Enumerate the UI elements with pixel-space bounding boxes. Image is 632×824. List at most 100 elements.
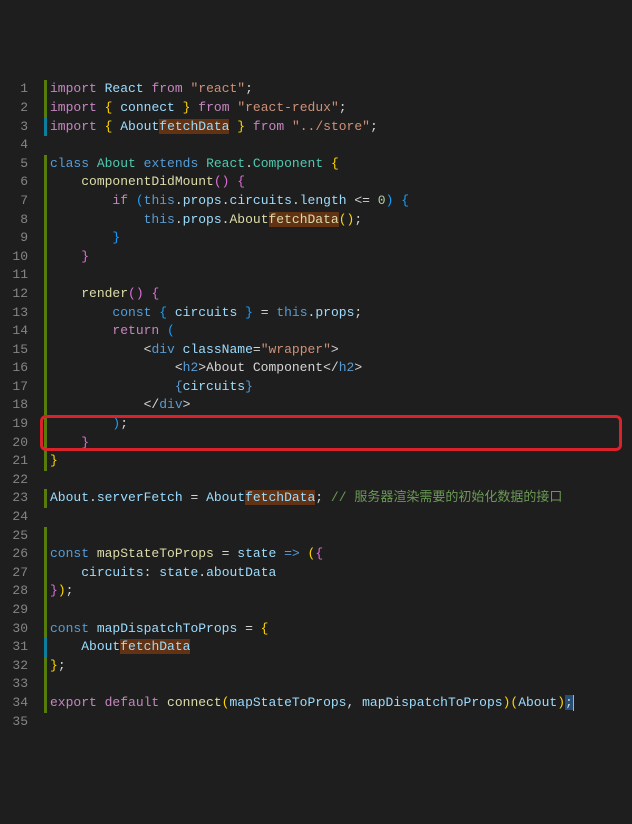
code-token: }: [237, 119, 245, 134]
code-token: [354, 695, 362, 710]
line-number: 29: [0, 601, 28, 620]
code-line[interactable]: });: [44, 582, 632, 601]
code-token: // 服务器渲染需要的初始化数据的接口: [331, 490, 562, 505]
code-token: ;: [339, 100, 347, 115]
code-token: ): [557, 695, 565, 710]
modification-bar: [44, 304, 47, 323]
code-line[interactable]: AboutfetchData: [44, 638, 632, 657]
code-line[interactable]: [44, 508, 632, 527]
code-line[interactable]: import { AboutfetchData } from "../store…: [44, 118, 632, 137]
code-token: serverFetch: [97, 490, 183, 505]
code-token: {: [331, 156, 339, 171]
code-line[interactable]: [44, 471, 632, 490]
modification-bar: [44, 266, 47, 285]
code-token: }: [50, 658, 58, 673]
code-line[interactable]: this.props.AboutfetchData();: [44, 211, 632, 230]
code-token: ;: [58, 658, 66, 673]
line-number: 22: [0, 471, 28, 490]
code-line[interactable]: [44, 527, 632, 546]
code-token: }: [81, 249, 89, 264]
code-token: [50, 416, 112, 431]
code-token: const: [50, 546, 89, 561]
code-token: About Component: [206, 360, 323, 375]
code-line[interactable]: componentDidMount() {: [44, 173, 632, 192]
code-token: render: [81, 286, 128, 301]
modification-bar: [44, 545, 47, 564]
code-token: import: [50, 100, 97, 115]
code-line[interactable]: [44, 675, 632, 694]
code-line[interactable]: [44, 266, 632, 285]
code-line[interactable]: const mapDispatchToProps = {: [44, 620, 632, 639]
code-line[interactable]: return (: [44, 322, 632, 341]
code-line[interactable]: }: [44, 452, 632, 471]
code-token: "react-redux": [237, 100, 338, 115]
code-line[interactable]: };: [44, 657, 632, 676]
code-token: (): [214, 174, 230, 189]
code-token: }: [112, 230, 120, 245]
code-line[interactable]: import { connect } from "react-redux";: [44, 99, 632, 118]
code-token: [159, 323, 167, 338]
code-editor[interactable]: 1234567891011121314151617181920212223242…: [0, 74, 632, 731]
code-line[interactable]: [44, 713, 632, 732]
code-line[interactable]: </div>: [44, 396, 632, 415]
code-token: (: [167, 323, 175, 338]
code-line[interactable]: }: [44, 248, 632, 267]
code-token: [198, 156, 206, 171]
code-token: circuits: [175, 305, 237, 320]
code-token: About: [97, 156, 136, 171]
line-number: 26: [0, 545, 28, 564]
code-line[interactable]: }: [44, 229, 632, 248]
code-token: >: [331, 342, 339, 357]
modification-bar: [44, 285, 47, 304]
code-token: [128, 193, 136, 208]
code-line[interactable]: }: [44, 434, 632, 453]
text-cursor: [573, 695, 574, 711]
code-line[interactable]: import React from "react";: [44, 80, 632, 99]
code-token: {: [261, 621, 269, 636]
code-token: [50, 397, 144, 412]
code-line[interactable]: class About extends React.Component {: [44, 155, 632, 174]
modification-bar: [44, 173, 47, 192]
modification-bar: [44, 192, 47, 211]
code-area[interactable]: import React from "react";import { conne…: [40, 80, 632, 731]
code-token: fetchData: [159, 119, 229, 134]
line-number: 11: [0, 266, 28, 285]
code-token: .: [89, 490, 97, 505]
code-token: =: [214, 546, 237, 561]
code-token: ;: [315, 490, 323, 505]
code-token: fetchData: [245, 490, 315, 505]
code-token: ;: [120, 416, 128, 431]
code-line[interactable]: if (this.props.circuits.length <= 0) {: [44, 192, 632, 211]
code-token: div: [159, 397, 182, 412]
code-line[interactable]: {circuits}: [44, 378, 632, 397]
code-token: circuits: [183, 379, 245, 394]
code-line[interactable]: export default connect(mapStateToProps, …: [44, 694, 632, 713]
code-token: [50, 193, 112, 208]
line-number-gutter: 1234567891011121314151617181920212223242…: [0, 80, 40, 731]
modification-bar: [44, 675, 47, 694]
line-number: 31: [0, 638, 28, 657]
code-line[interactable]: [44, 136, 632, 155]
modification-bar: [44, 564, 47, 583]
code-line[interactable]: circuits: state.aboutData: [44, 564, 632, 583]
code-line[interactable]: render() {: [44, 285, 632, 304]
modification-bar: [44, 694, 47, 713]
code-line[interactable]: <h2>About Component</h2>: [44, 359, 632, 378]
code-token: const: [112, 305, 151, 320]
code-line[interactable]: const { circuits } = this.props;: [44, 304, 632, 323]
modification-bar: [44, 378, 47, 397]
modification-bar: [44, 80, 47, 99]
line-number: 10: [0, 248, 28, 267]
code-line[interactable]: [44, 601, 632, 620]
code-token: this: [276, 305, 307, 320]
code-token: {: [175, 379, 183, 394]
code-line[interactable]: About.serverFetch = AboutfetchData; // 服…: [44, 489, 632, 508]
code-line[interactable]: );: [44, 415, 632, 434]
code-line[interactable]: const mapStateToProps = state => ({: [44, 545, 632, 564]
code-token: ;: [354, 305, 362, 320]
code-token: [159, 695, 167, 710]
line-number: 4: [0, 136, 28, 155]
code-token: "wrapper": [261, 342, 331, 357]
line-number: 28: [0, 582, 28, 601]
code-line[interactable]: <div className="wrapper">: [44, 341, 632, 360]
